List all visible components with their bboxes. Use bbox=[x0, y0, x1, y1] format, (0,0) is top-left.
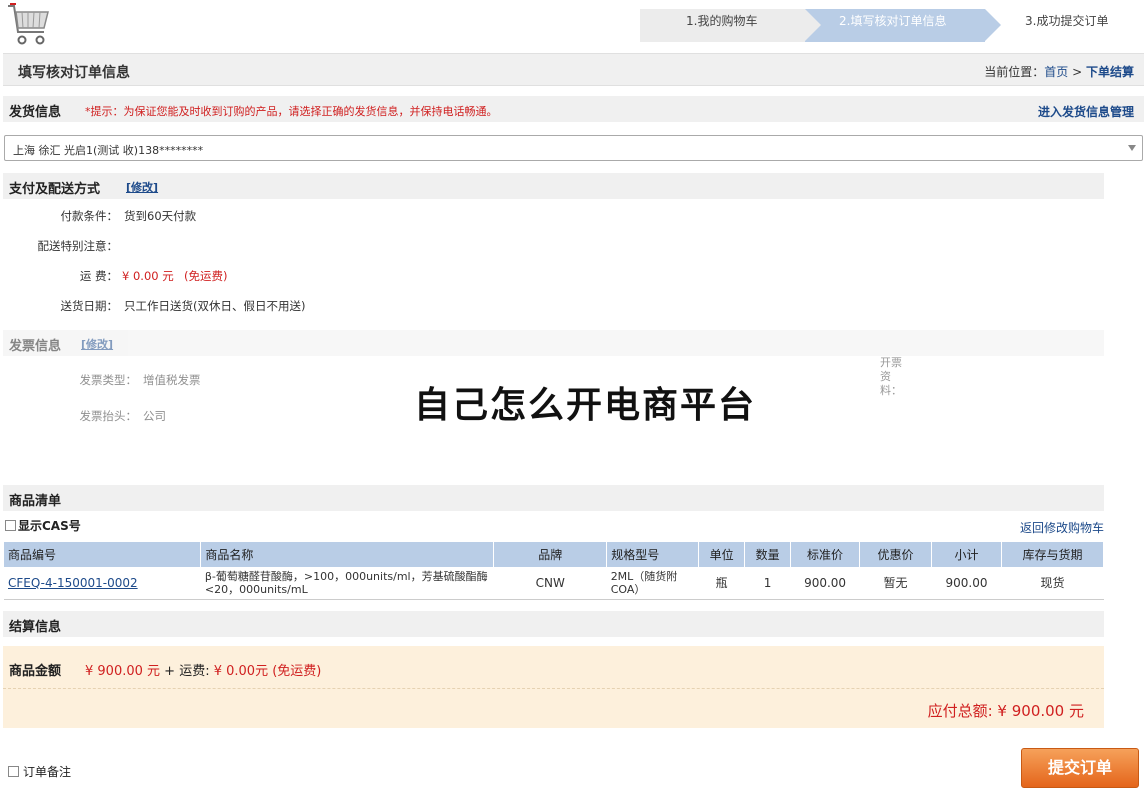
goods-section-header: 商品清单 bbox=[3, 485, 1104, 511]
payment-terms-value: 货到60天付款 bbox=[124, 209, 197, 223]
back-to-cart-link[interactable]: 返回修改购物车 bbox=[1020, 519, 1104, 536]
payment-title: 支付及配送方式 bbox=[9, 182, 101, 197]
shipping-fee-value: ¥ 0.00 元 bbox=[122, 269, 174, 283]
product-name: β-葡萄糖醛苷酸酶，>100，000units/ml，芳基硫酸酯酶<20，000… bbox=[200, 567, 494, 600]
checkout-steps: 1.我的购物车 2.填写核对订单信息 3.成功提交订单 bbox=[640, 9, 1145, 42]
invoice-header-value: 公司 bbox=[143, 409, 166, 423]
delivery-note-label: 配送特别注意： bbox=[37, 239, 119, 253]
goods-amount: ¥ 900.00 元 + 运费: ¥ 0.00元 (免运费) bbox=[85, 660, 321, 679]
order-remark-toggle[interactable]: 订单备注 bbox=[8, 763, 71, 780]
invoice-header-label: 发票抬头： bbox=[79, 409, 138, 423]
delivery-date-label: 送货日期： bbox=[60, 299, 119, 313]
goods-table: 商品编号 商品名称 品牌 规格型号 单位 数量 标准价 优惠价 小计 库存与货期… bbox=[4, 542, 1105, 600]
invoice-info-label: 开票资料： bbox=[880, 356, 902, 397]
page-title: 填写核对订单信息 bbox=[18, 65, 130, 81]
breadcrumb-home-link[interactable]: 首页 bbox=[1044, 65, 1068, 79]
product-stock: 现货 bbox=[1001, 567, 1104, 600]
invoice-type-label: 发票类型： bbox=[79, 373, 138, 387]
product-qty: 1 bbox=[744, 567, 791, 600]
product-price: 900.00 bbox=[790, 567, 860, 600]
product-discount: 暂无 bbox=[859, 567, 932, 600]
table-row: CFEQ-4-150001-0002 β-葡萄糖醛苷酸酶，>100，000uni… bbox=[4, 567, 1104, 600]
top-bar: 1.我的购物车 2.填写核对订单信息 3.成功提交订单 bbox=[0, 0, 1147, 50]
settle-title: 结算信息 bbox=[9, 620, 62, 635]
show-cas-checkbox[interactable] bbox=[5, 520, 16, 531]
watermark-text: 自己怎么开电商平台 bbox=[414, 385, 757, 426]
breadcrumb-current: 下单结算 bbox=[1085, 65, 1134, 79]
step-submit: 3.成功提交订单 bbox=[985, 9, 1145, 42]
delivery-date-value: 只工作日送货(双休日、假日不用送) bbox=[124, 299, 306, 313]
page-title-bar: 填写核对订单信息 当前位置：首页 > 下单结算 bbox=[3, 53, 1144, 86]
step-fill-order: 2.填写核对订单信息 bbox=[805, 9, 1001, 42]
payment-section-header: 支付及配送方式 [修改] bbox=[3, 173, 1104, 199]
product-subtotal: 900.00 bbox=[931, 567, 1002, 600]
shipping-title: 发货信息 bbox=[9, 105, 62, 120]
settle-divider bbox=[3, 688, 1104, 689]
shipping-fee-label: 运 费： bbox=[79, 269, 118, 283]
col-name: 商品名称 bbox=[200, 542, 495, 567]
shipping-amount-value: ¥ 0.00元 (免运费) bbox=[213, 664, 322, 679]
col-spec: 规格型号 bbox=[606, 542, 700, 567]
col-brand: 品牌 bbox=[493, 542, 608, 567]
col-discount: 优惠价 bbox=[859, 542, 932, 567]
breadcrumb: 当前位置：首页 > 下单结算 bbox=[984, 63, 1134, 80]
col-unit: 单位 bbox=[698, 542, 746, 567]
address-select-value: 上海 徐汇 光启1(测试 收)138******** bbox=[13, 144, 204, 157]
col-stock: 库存与货期 bbox=[1001, 542, 1105, 567]
breadcrumb-separator: > bbox=[1072, 65, 1083, 79]
col-code: 商品编号 bbox=[4, 542, 202, 567]
show-cas-toggle[interactable]: 显示CAS号 bbox=[5, 517, 81, 534]
product-spec: 2ML（随货附COA） bbox=[606, 567, 699, 600]
product-brand: CNW bbox=[493, 567, 607, 600]
address-select[interactable]: 上海 徐汇 光启1(测试 收)138******** bbox=[4, 135, 1143, 161]
product-code-link[interactable]: CFEQ-4-150001-0002 bbox=[8, 576, 138, 590]
invoice-title: 发票信息 bbox=[9, 339, 62, 354]
order-remark-label: 订单备注 bbox=[23, 765, 72, 779]
goods-amount-value: ¥ 900.00 元 bbox=[85, 664, 161, 679]
payment-terms-label: 付款条件： bbox=[60, 209, 119, 223]
show-cas-label: 显示CAS号 bbox=[18, 519, 81, 533]
manage-shipping-link[interactable]: 进入发货信息管理 bbox=[1038, 103, 1134, 120]
settle-box: 商品金额 ¥ 900.00 元 + 运费: ¥ 0.00元 (免运费) 应付总额… bbox=[3, 646, 1104, 728]
breadcrumb-prefix: 当前位置： bbox=[984, 65, 1045, 79]
shipping-fee-free: (免运费) bbox=[184, 269, 228, 283]
col-qty: 数量 bbox=[744, 542, 792, 567]
submit-order-button[interactable]: 提交订单 bbox=[1021, 748, 1139, 788]
invoice-type-value: 增值税发票 bbox=[143, 373, 201, 387]
invoice-edit-link[interactable]: [修改] bbox=[81, 336, 113, 352]
step-cart: 1.我的购物车 bbox=[640, 9, 821, 42]
invoice-section-header: 发票信息 [修改] bbox=[3, 330, 1104, 356]
shipping-tip: *提示：为保证您能及时收到订购的产品，请选择正确的发货信息，并保持电话畅通。 bbox=[85, 105, 498, 118]
goods-amount-label: 商品金额 bbox=[9, 664, 62, 679]
plus-shipping-label: + 运费: bbox=[164, 664, 210, 679]
col-price: 标准价 bbox=[790, 542, 861, 567]
payment-edit-link[interactable]: [修改] bbox=[126, 179, 158, 195]
goods-table-header: 商品编号 商品名称 品牌 规格型号 单位 数量 标准价 优惠价 小计 库存与货期 bbox=[4, 542, 1105, 567]
total-payable: 应付总额: ¥ 900.00 元 bbox=[927, 702, 1084, 720]
goods-title: 商品清单 bbox=[9, 494, 62, 509]
col-subtotal: 小计 bbox=[931, 542, 1002, 567]
settle-section-header: 结算信息 bbox=[3, 611, 1104, 637]
order-remark-checkbox[interactable] bbox=[8, 766, 19, 777]
product-unit: 瓶 bbox=[698, 567, 745, 600]
shopping-cart-icon bbox=[8, 3, 49, 45]
chevron-down-icon bbox=[1128, 145, 1136, 151]
